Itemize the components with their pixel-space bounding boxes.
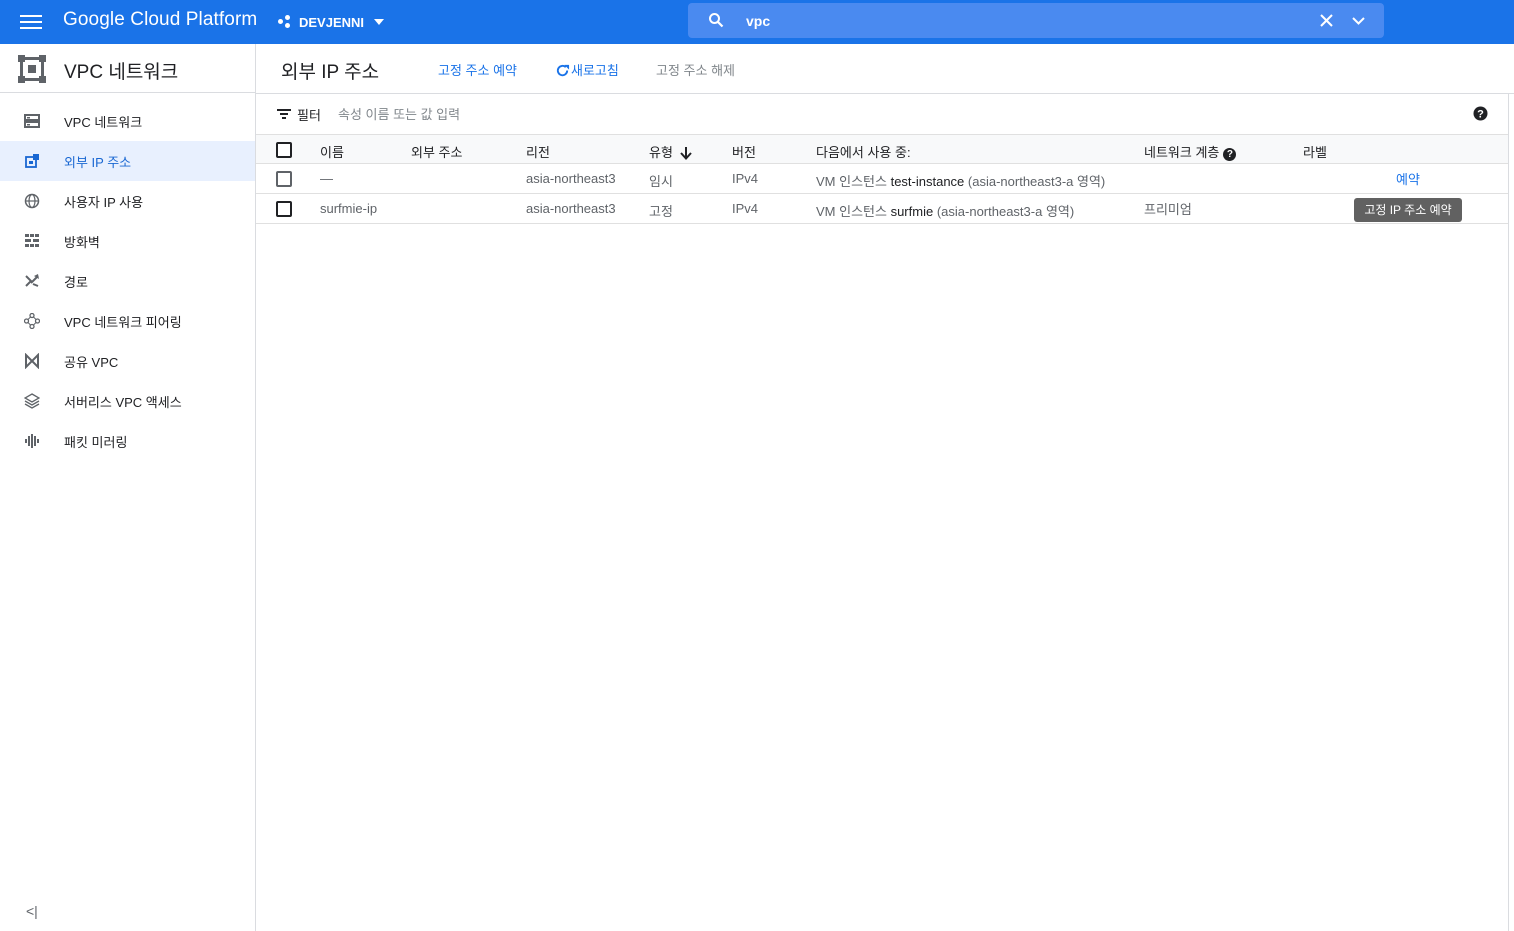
sidebar-item-vpc-networks[interactable]: VPC 네트워크 (0, 101, 255, 141)
search-input[interactable] (744, 9, 1268, 33)
search-bar (688, 3, 1384, 38)
cell-in-use-by: VM 인스턴스 surfmie (asia-northeast3-a 영역) (816, 201, 1074, 220)
sidebar-item-routes[interactable]: 경로 (0, 261, 255, 301)
sidebar-item-label: 경로 (64, 274, 88, 290)
cell-type: 고정 (649, 204, 673, 219)
sidebar-item-label: 서버리스 VPC 액세스 (64, 394, 182, 410)
table-row: — asia-northeast3 임시 IPv4 VM 인스턴스 test-i… (256, 164, 1508, 194)
cell-region: asia-northeast3 (526, 171, 616, 186)
instance-link[interactable]: test-instance (891, 174, 965, 189)
sidebar: VPC 네트워크 VPC 네트워크 외부 IP 주소 사용자 IP 사용 방화벽… (0, 44, 256, 931)
search-icon (709, 13, 724, 28)
column-header-region[interactable]: 리전 (526, 142, 550, 161)
top-app-bar: Google Cloud Platform DEVJENNI (0, 0, 1514, 44)
routes-icon (25, 274, 39, 287)
firewall-icon (25, 234, 39, 247)
filter-bar: 필터 ? (256, 94, 1508, 134)
column-header-labels[interactable]: 라벨 (1303, 142, 1327, 161)
cell-version: IPv4 (732, 201, 759, 216)
sidebar-item-label: VPC 네트워크 피어링 (64, 314, 182, 330)
help-icon[interactable]: ? (1223, 148, 1237, 161)
sidebar-title: VPC 네트워크 (64, 62, 179, 83)
page-header: 외부 IP 주소 고정 주소 예약 새로고침 고정 주소 해제 (256, 44, 1514, 94)
sidebar-item-label: 외부 IP 주소 (64, 154, 132, 170)
cell-region: asia-northeast3 (526, 201, 616, 216)
column-header-network-tier[interactable]: 네트워크 계층? (1144, 142, 1237, 161)
chevron-down-icon[interactable] (1350, 12, 1367, 29)
peering-icon (24, 313, 40, 329)
arrow-down-icon (680, 147, 692, 160)
refresh-label: 새로고침 (571, 63, 619, 78)
sidebar-item-firewall[interactable]: 방화벽 (0, 221, 255, 261)
in-use-prefix: VM 인스턴스 (816, 204, 887, 219)
help-icon[interactable]: ? (1473, 106, 1488, 121)
external-ip-icon (25, 154, 39, 168)
filter-input[interactable] (336, 103, 740, 125)
reserve-link[interactable]: 예약 (1396, 169, 1420, 188)
main-content: 외부 IP 주소 고정 주소 예약 새로고침 고정 주소 해제 필터 ? 이름 … (256, 44, 1514, 931)
sidebar-item-byoip[interactable]: 사용자 IP 사용 (0, 181, 255, 221)
project-name: DEVJENNI (299, 14, 365, 30)
shared-vpc-icon (25, 353, 39, 369)
cell-name: surfmie-ip (320, 201, 378, 216)
column-header-in-use-by[interactable]: 다음에서 사용 중: (816, 142, 911, 161)
table-header-row: 이름 외부 주소 리전 유형 버전 다음에서 사용 중: 네트워크 계층? 라벨 (256, 134, 1508, 164)
page-title: 외부 IP 주소 (281, 62, 380, 83)
svg-text:?: ? (1477, 109, 1484, 121)
in-use-prefix: VM 인스턴스 (816, 174, 887, 189)
menu-icon[interactable] (20, 12, 42, 32)
divider (1508, 94, 1509, 931)
project-selector[interactable]: DEVJENNI (278, 12, 385, 32)
sidebar-item-label: 패킷 미러링 (64, 434, 128, 450)
reserve-static-address-button[interactable]: 고정 주소 예약 (438, 60, 517, 79)
caret-down-icon (374, 19, 385, 25)
project-hub-icon (278, 15, 292, 29)
sidebar-item-serverless[interactable]: 서버리스 VPC 액세스 (0, 381, 255, 421)
in-use-suffix: (asia-northeast3-a 영역) (967, 174, 1106, 189)
sidebar-item-peering[interactable]: VPC 네트워크 피어링 (0, 301, 255, 341)
row-checkbox[interactable] (276, 201, 292, 217)
sidebar-item-label: 사용자 IP 사용 (64, 194, 144, 210)
cell-type: 임시 (649, 174, 673, 189)
select-all-checkbox[interactable] (276, 142, 292, 158)
instance-link[interactable]: surfmie (891, 204, 934, 219)
sidebar-item-packet-mirroring[interactable]: 패킷 미러링 (0, 421, 255, 461)
sidebar-item-shared-vpc[interactable]: 공유 VPC (0, 341, 255, 381)
column-header-type[interactable]: 유형 (649, 142, 693, 161)
table-row: surfmie-ip asia-northeast3 고정 IPv4 VM 인스… (256, 194, 1508, 224)
column-header-name[interactable]: 이름 (320, 142, 344, 161)
sidebar-item-label: 공유 VPC (64, 354, 119, 370)
cell-name: — (320, 171, 333, 186)
packet-mirroring-icon (25, 434, 39, 448)
tooltip: 고정 IP 주소 예약 (1354, 198, 1462, 222)
globe-icon (24, 193, 40, 209)
brand-title[interactable]: Google Cloud Platform (63, 9, 257, 31)
cell-in-use-by: VM 인스턴스 test-instance (asia-northeast3-a… (816, 171, 1105, 190)
sidebar-item-label: 방화벽 (64, 234, 100, 250)
serverless-icon (24, 393, 40, 409)
column-header-external-address[interactable]: 외부 주소 (411, 142, 462, 161)
vpc-logo-icon (18, 55, 46, 83)
column-header-version[interactable]: 버전 (732, 142, 756, 161)
sidebar-item-external-ip[interactable]: 외부 IP 주소 (0, 141, 255, 181)
filter-icon (277, 109, 291, 119)
cell-version: IPv4 (732, 171, 759, 186)
filter-label: 필터 (297, 108, 321, 123)
sidebar-nav: VPC 네트워크 외부 IP 주소 사용자 IP 사용 방화벽 경로 VPC 네… (0, 101, 255, 461)
collapse-sidebar-icon[interactable]: <| (26, 903, 40, 919)
release-static-address-button[interactable]: 고정 주소 해제 (656, 60, 735, 79)
in-use-suffix: (asia-northeast3-a 영역) (936, 204, 1075, 219)
close-icon[interactable] (1318, 12, 1335, 29)
row-checkbox[interactable] (276, 171, 292, 187)
vpc-network-icon (24, 114, 40, 128)
sidebar-header: VPC 네트워크 (0, 44, 255, 93)
cell-network-tier: 프리미엄 (1144, 202, 1192, 217)
ip-address-table: 이름 외부 주소 리전 유형 버전 다음에서 사용 중: 네트워크 계층? 라벨… (256, 134, 1508, 224)
refresh-icon (556, 64, 570, 77)
column-header-type-label: 유형 (649, 145, 673, 160)
sidebar-item-label: VPC 네트워크 (64, 114, 143, 130)
column-header-network-tier-label: 네트워크 계층 (1144, 145, 1220, 160)
refresh-button[interactable]: 새로고침 (555, 60, 619, 79)
